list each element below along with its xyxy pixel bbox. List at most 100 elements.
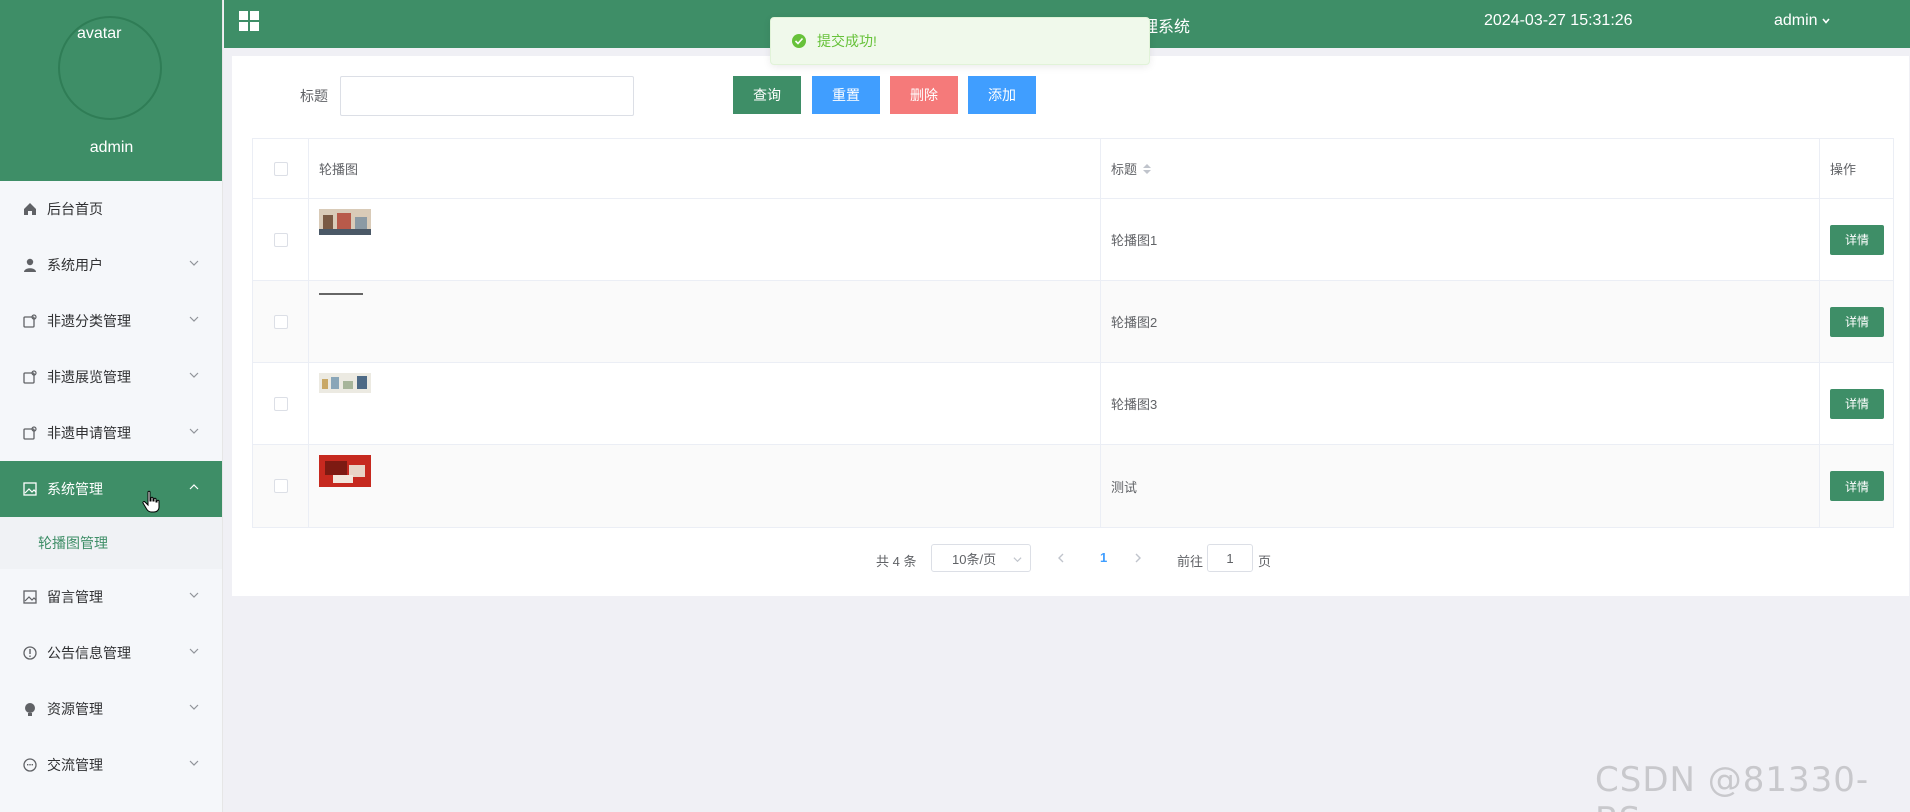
action-cell: 详情 [1820, 363, 1893, 444]
user-name: admin [1774, 12, 1818, 29]
chevron-down-icon [189, 260, 199, 266]
row-checkbox-cell [253, 445, 309, 527]
detail-button[interactable]: 详情 [1830, 388, 1884, 419]
row-checkbox[interactable] [273, 396, 288, 411]
image-cell [309, 199, 1101, 280]
detail-button[interactable]: 详情 [1830, 224, 1884, 255]
info-icon [22, 645, 38, 661]
banner-table: 轮播图 标题 操作 轮播图1 详情 轮播图2 详情 轮播图3 详情 测试 详情 [252, 138, 1894, 528]
banner-thumbnail[interactable] [319, 209, 371, 235]
next-page-icon[interactable] [1132, 552, 1144, 564]
success-toast: 提交成功! [770, 17, 1150, 65]
pagination: 共 4 条 10条/页 1 前往 1 页 [232, 544, 1909, 574]
sidebar-item-label: 非遗展览管理 [47, 369, 131, 385]
select-all-checkbox[interactable] [273, 161, 288, 176]
row-checkbox[interactable] [273, 232, 288, 247]
title-cell: 测试 [1101, 445, 1820, 527]
sidebar-subitem-banner[interactable]: 轮播图管理 [0, 517, 222, 569]
image-cell [309, 363, 1101, 444]
table-header: 轮播图 标题 操作 [253, 139, 1893, 199]
banner-thumbnail[interactable] [319, 293, 363, 295]
action-cell: 详情 [1820, 445, 1893, 527]
grid-menu-icon[interactable] [238, 10, 260, 32]
sidebar-item-label: 公告信息管理 [47, 645, 131, 661]
table-row: 轮播图3 详情 [253, 363, 1893, 445]
sidebar-item-notices[interactable]: 公告信息管理 [0, 625, 222, 681]
sidebar-item-label: 后台首页 [47, 201, 103, 217]
header-image: 轮播图 [309, 139, 1101, 198]
query-button[interactable]: 查询 [733, 76, 801, 114]
header-action: 操作 [1830, 162, 1857, 177]
row-checkbox[interactable] [273, 479, 288, 493]
sidebar-username: admin [89, 139, 134, 156]
row-checkbox-cell [253, 199, 309, 280]
user-icon [22, 257, 38, 273]
action-cell: 详情 [1820, 199, 1893, 280]
search-label: 标题 [300, 88, 328, 104]
banner-thumbnail[interactable] [319, 373, 371, 393]
chevron-up-icon [189, 484, 199, 490]
sidebar-item-exhibition[interactable]: 非遗展览管理 [0, 349, 222, 405]
detail-button[interactable]: 详情 [1830, 306, 1884, 337]
reset-button[interactable]: 重置 [812, 76, 880, 114]
delete-button[interactable]: 删除 [890, 76, 958, 114]
row-checkbox-cell [253, 281, 309, 362]
page-size-select[interactable]: 10条/页 [931, 544, 1031, 572]
goto-page-input[interactable]: 1 [1207, 544, 1253, 572]
sidebar-item-application[interactable]: 非遗申请管理 [0, 405, 222, 461]
chevron-down-icon [189, 592, 199, 598]
sidebar-item-label: 留言管理 [47, 589, 103, 605]
tag-icon [22, 369, 38, 385]
check-circle-icon [792, 34, 806, 48]
title-cell: 轮播图3 [1101, 363, 1820, 444]
chevron-down-icon [189, 648, 199, 654]
chevron-down-icon [1821, 18, 1830, 24]
sidebar-item-label: 非遗分类管理 [47, 313, 131, 329]
home-icon [22, 201, 38, 217]
detail-button[interactable]: 详情 [1830, 471, 1884, 501]
picture-icon [22, 589, 38, 605]
banner-thumbnail[interactable] [319, 455, 371, 487]
sidebar-item-label: 资源管理 [47, 701, 103, 717]
sidebar-item-system-management[interactable]: 系统管理 [0, 461, 222, 517]
header-checkbox-cell [253, 139, 309, 198]
sidebar-item-resources[interactable]: 资源管理 [0, 681, 222, 737]
header-title[interactable]: 标题 [1101, 139, 1820, 198]
sidebar-header: avatar admin [0, 0, 222, 181]
sidebar-item-category[interactable]: 非遗分类管理 [0, 293, 222, 349]
sidebar-item-communication[interactable]: 交流管理 [0, 737, 222, 793]
watermark: CSDN @81330-BS [1595, 760, 1870, 812]
current-page[interactable]: 1 [1100, 550, 1107, 565]
toast-message: 提交成功! [817, 33, 877, 49]
tag-icon [22, 425, 38, 441]
title-cell: 轮播图1 [1101, 199, 1820, 280]
goto-prefix: 前往 [1177, 554, 1204, 569]
datetime: 2024-03-27 15:31:26 [1484, 12, 1633, 29]
sidebar-item-label: 非遗申请管理 [47, 425, 131, 441]
user-dropdown[interactable]: admin [1774, 12, 1831, 30]
sidebar-item-messages[interactable]: 留言管理 [0, 569, 222, 625]
prev-page-icon[interactable] [1055, 552, 1067, 564]
avatar-alt-text: avatar [77, 25, 122, 42]
pagination-total: 共 4 条 [876, 554, 917, 569]
row-checkbox-cell [253, 363, 309, 444]
title-search-input[interactable] [340, 76, 634, 116]
add-button[interactable]: 添加 [968, 76, 1036, 114]
table-row: 轮播图2 详情 [253, 281, 1893, 363]
image-cell [309, 445, 1101, 527]
chevron-down-icon [189, 316, 199, 322]
picture-icon [22, 481, 38, 497]
action-cell: 详情 [1820, 281, 1893, 362]
sort-icon[interactable] [1143, 163, 1152, 174]
hand-cursor-icon [142, 490, 160, 513]
sidebar-item-home[interactable]: 后台首页 [0, 181, 222, 237]
image-cell [309, 281, 1101, 362]
title-cell: 轮播图2 [1101, 281, 1820, 362]
row-checkbox[interactable] [273, 314, 288, 329]
sidebar-item-label: 系统用户 [47, 257, 103, 273]
sidebar-item-label: 系统管理 [47, 481, 103, 497]
sidebar-menu: 后台首页 系统用户 非遗分类管理 非遗展览管理 非遗申请管理 系统管理 轮播图管… [0, 181, 222, 793]
chevron-down-icon [189, 428, 199, 434]
main-panel: 标题 查询 重置 删除 添加 轮播图 标题 操作 轮播图1 详情 轮播图2 详情… [232, 56, 1909, 596]
sidebar-item-system-users[interactable]: 系统用户 [0, 237, 222, 293]
